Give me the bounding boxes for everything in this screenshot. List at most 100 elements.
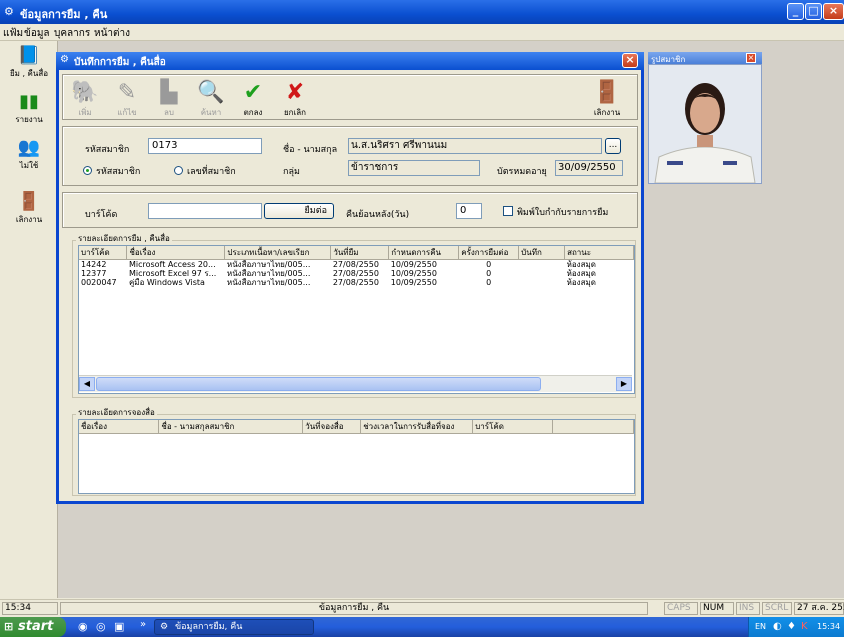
delete-button[interactable]: ▙ ลบ — [146, 80, 192, 119]
cell: Microsoft Access 20... — [128, 260, 216, 269]
cell: 0020047 — [81, 278, 117, 287]
cell — [519, 278, 565, 287]
maximize-button[interactable]: □ — [805, 3, 822, 20]
cell: 0 — [486, 269, 492, 278]
member-panel — [62, 126, 638, 186]
delete-label: ลบ — [164, 108, 174, 117]
cell: 0 — [486, 278, 492, 287]
security-icon[interactable]: ♦ — [787, 617, 796, 637]
status-num: NUM — [700, 602, 734, 615]
delete-icon: ▙ — [160, 80, 178, 105]
exit-button[interactable]: 🚪 เลิกงาน — [584, 80, 630, 119]
reservations-table[interactable]: ชื่อเรื่อง ชื่อ - นามสกุลสมาชิก วันที่จอ… — [78, 419, 635, 494]
col-type[interactable]: ประเภทเนื้อหา/เลขเรียก — [224, 246, 332, 260]
cell: 10/09/2550 — [390, 278, 437, 287]
sidebar-item-report[interactable]: ▮▮ รายงาน — [0, 91, 58, 126]
cell: 0 — [486, 260, 492, 269]
desktop-quicklaunch-icon[interactable]: ▣ — [114, 620, 124, 633]
system-tray: EN ◐ ♦ K 15:34 — [748, 617, 844, 637]
cell: หนังสือภาษาไทย/005... — [226, 260, 311, 269]
member-id-input[interactable]: 0173 — [148, 138, 262, 154]
col-res-period[interactable]: ช่วงเวลาในการรับสื่อที่จอง — [360, 420, 474, 434]
expiry-field: 30/09/2550 — [555, 160, 623, 176]
menu-window[interactable]: หน้าต่าง — [94, 26, 130, 41]
cancel-label: ยกเลิก — [283, 108, 306, 117]
radio-member-id[interactable] — [83, 166, 92, 175]
scroll-left-icon[interactable]: ◀ — [79, 377, 95, 391]
minimize-button[interactable]: _ — [787, 3, 804, 20]
ok-label: ตกลง — [243, 108, 263, 117]
taskbar-item-app[interactable]: ⚙ ข้อมูลการยืม, คืน — [154, 619, 314, 635]
add-label: เพิ่ม — [78, 108, 92, 117]
language-indicator[interactable]: EN — [755, 617, 766, 637]
col-res-date[interactable]: วันที่จองสื่อ — [302, 420, 362, 434]
expiry-label: บัตรหมดอายุ — [497, 167, 547, 177]
dialog-icon: ⚙ — [60, 54, 69, 65]
col-title[interactable]: ชื่อเรื่อง — [126, 246, 226, 260]
loans-table[interactable]: บาร์โค้ด ชื่อเรื่อง ประเภทเนื้อหา/เลขเรี… — [78, 245, 635, 394]
media-quicklaunch-icon[interactable]: ◎ — [96, 620, 106, 633]
menu-data[interactable]: ข้อมูล — [24, 26, 50, 41]
col-res-empty — [552, 420, 634, 434]
scroll-right-icon[interactable]: ▶ — [616, 377, 632, 391]
member-id-label: รหัสสมาชิก — [85, 145, 130, 155]
cell: คู่มือ Windows Vista — [128, 278, 205, 287]
col-res-member[interactable]: ชื่อ - นามสกุลสมาชิก — [158, 420, 304, 434]
close-button[interactable]: × — [823, 3, 844, 20]
cancel-button[interactable]: ✘ ยกเลิก — [272, 80, 318, 119]
status-date: 27 ส.ค. 2550 — [794, 602, 844, 615]
col-barcode[interactable]: บาร์โค้ด — [79, 246, 128, 260]
edit-button[interactable]: ✎ แก้ไข — [104, 80, 150, 119]
return-after-input[interactable]: 0 — [456, 203, 482, 219]
table-row[interactable]: 14242 Microsoft Access 20... หนังสือภาษา… — [79, 260, 634, 270]
member-name-field: น.ส.นริศรา ศรีพานนม — [348, 138, 602, 154]
search-button[interactable]: 🔍 ค้นหา — [188, 80, 234, 119]
ok-button[interactable]: ✔ ตกลง — [230, 80, 276, 119]
menu-staff[interactable]: บุคลากร — [54, 26, 90, 41]
borrow-continue-button[interactable]: ยืมต่อ — [264, 203, 334, 219]
network-icon[interactable]: ◐ — [773, 617, 782, 637]
add-button[interactable]: 🐘 เพิ่ม — [62, 80, 108, 119]
check-icon: ✔ — [243, 80, 263, 105]
taskbar-item-label: ข้อมูลการยืม, คืน — [175, 622, 243, 632]
sidebar-item-exit[interactable]: 🚪 เลิกงาน — [0, 191, 58, 226]
scrollbar-thumb[interactable] — [96, 377, 541, 391]
photo-close-button[interactable]: × — [746, 53, 756, 63]
radio-member-no-label: เลขที่สมาชิก — [187, 167, 236, 177]
start-label: start — [18, 619, 54, 634]
return-after-label: คืนย้อนหลัง(วัน) — [346, 210, 410, 220]
status-bar: 15:34 ข้อมูลการยืม , คืน CAPS NUM INS SC… — [0, 599, 844, 617]
dialog-close-button[interactable]: × — [622, 53, 638, 68]
print-slip-checkbox[interactable] — [503, 206, 513, 216]
horizontal-scrollbar[interactable]: ◀ ▶ — [79, 375, 632, 392]
table-row[interactable]: 0020047 คู่มือ Windows Vista หนังสือภาษา… — [79, 278, 634, 287]
col-status[interactable]: สถานะ — [564, 246, 634, 260]
print-slip-label: พิมพ์ใบกำกับรายการยืม — [517, 208, 609, 218]
add-icon: 🐘 — [71, 80, 99, 105]
book-icon: 📘 — [17, 45, 41, 66]
ie-quicklaunch-icon[interactable]: ◉ — [78, 620, 88, 633]
start-button[interactable]: ⊞ start — [0, 617, 66, 637]
col-note[interactable]: บันทึก — [518, 246, 566, 260]
barcode-input[interactable] — [148, 203, 262, 219]
sidebar-item-borrow[interactable]: 📘 ยืม , คืนสื่อ — [0, 45, 58, 80]
menu-file[interactable]: แฟ้ม — [3, 26, 23, 41]
table-row[interactable]: 12377 Microsoft Excel 97 ร... หนังสือภาษ… — [79, 269, 634, 278]
col-res-title[interactable]: ชื่อเรื่อง — [79, 420, 160, 434]
radio-member-no[interactable] — [174, 166, 183, 175]
search-label: ค้นหา — [200, 108, 222, 117]
sidebar-item-unused[interactable]: 👥 ไม่ใช้ — [0, 137, 58, 172]
col-borrow-date[interactable]: วันที่ยืม — [330, 246, 390, 260]
col-res-barcode[interactable]: บาร์โค้ด — [472, 420, 554, 434]
cell: ห้องสมุด — [566, 269, 596, 278]
cross-icon: ✘ — [285, 80, 305, 105]
browse-member-button[interactable]: ... — [605, 138, 621, 154]
cell — [519, 269, 565, 278]
tray-clock: 15:34 — [817, 622, 841, 631]
col-renew-count[interactable]: ครั้งการยืมต่อ — [458, 246, 520, 260]
col-due-date[interactable]: กำหนดการคืน — [388, 246, 460, 260]
quicklaunch-more-icon[interactable]: » — [140, 619, 146, 630]
edit-label: แก้ไข — [117, 108, 137, 117]
antivirus-icon[interactable]: K — [801, 617, 808, 637]
cell: 27/08/2550 — [332, 269, 379, 278]
